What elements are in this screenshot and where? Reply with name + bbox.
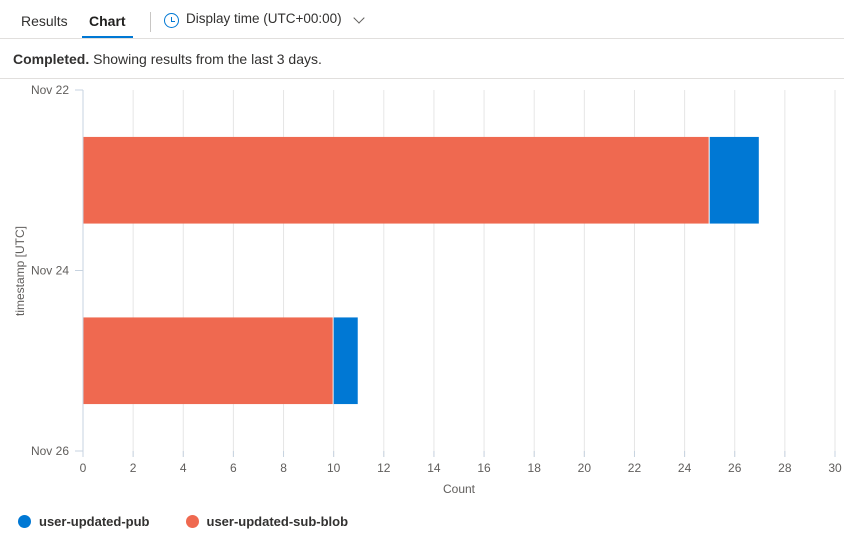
x-tick-label: 4 [180,461,187,475]
x-tick-label: 10 [327,461,341,475]
chart: 0 2 4 6 8 10 12 14 16 18 20 22 24 26 28 30Nov 22Nov 24N… [13,83,842,496]
x-tick-label: 22 [628,461,642,475]
y-tick-label: Nov 22 [31,83,69,97]
y-axis-label: timestamp [UTC] [13,226,27,316]
x-tick-label: 6 [230,461,237,475]
bar-user-updated-sub-blob [83,136,709,224]
bar-user-updated-pub [333,317,358,405]
x-tick-label: 14 [427,461,441,475]
x-axis-label: Count [443,482,476,496]
x-tick-label: 30 [828,461,842,475]
x-tick-label: 20 [578,461,592,475]
x-tick-label: 12 [377,461,391,475]
legend-label-sub-blob: user-updated-sub-blob [206,514,349,529]
legend-item-sub-blob[interactable]: user-updated-sub-blob [185,514,349,529]
x-tick-label: 24 [678,461,692,475]
bar-user-updated-sub-blob [83,317,333,405]
bar-user-updated-pub [709,136,759,224]
y-tick-label: Nov 24 [31,264,69,278]
x-tick-label: 26 [728,461,742,475]
bars [83,136,759,405]
legend-dot-sub-blob [185,515,199,528]
legend-item-pub[interactable]: user-updated-pub [18,514,150,529]
legend: user-updated-pub user-updated-sub-blob [18,514,348,529]
legend-dot-pub [18,515,31,528]
x-tick-label: 16 [477,461,491,475]
x-tick-label: 28 [778,461,792,475]
x-tick-label: 2 [130,461,137,475]
y-tick-label: Nov 26 [31,444,69,458]
x-tick-label: 0 [80,461,87,475]
x-tick-label: 8 [280,461,287,475]
legend-label-pub: user-updated-pub [39,514,150,529]
x-tick-label: 18 [528,461,542,475]
